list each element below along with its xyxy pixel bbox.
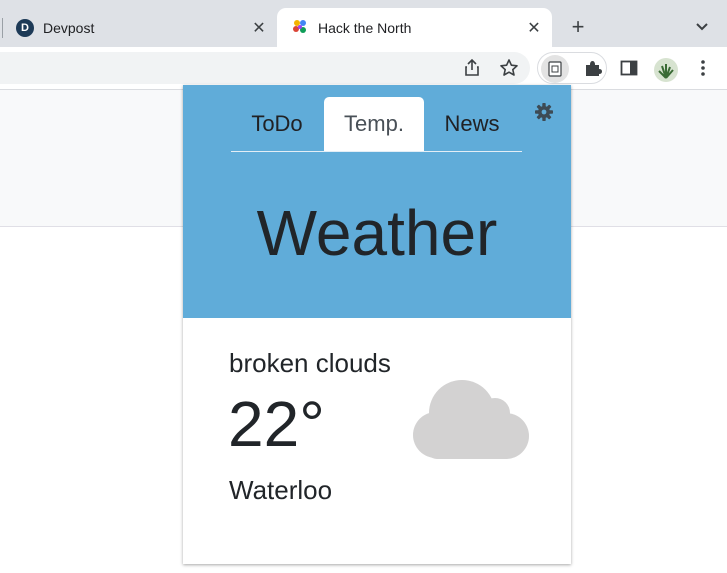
- extension-popup: ToDo Temp. News Weather broken clouds 22…: [183, 85, 571, 564]
- tab-title: Devpost: [43, 19, 95, 36]
- temperature-value: 22°: [228, 388, 325, 460]
- new-tab-button[interactable]: +: [568, 16, 588, 38]
- cloud-icon: [413, 380, 529, 459]
- tab-news[interactable]: News: [431, 97, 513, 151]
- bookmark-star-icon[interactable]: [499, 58, 519, 78]
- close-icon[interactable]: ✕: [526, 20, 542, 37]
- popup-header: ToDo Temp. News Weather: [183, 85, 571, 318]
- page-title: Weather: [256, 197, 498, 269]
- chevron-down-icon[interactable]: [694, 18, 710, 34]
- close-icon[interactable]: ✕: [251, 20, 267, 37]
- hack-the-north-favicon-icon: [292, 19, 308, 35]
- tab-hack-the-north[interactable]: Hack the North ✕: [277, 8, 552, 47]
- tab-devpost[interactable]: D Devpost ✕: [0, 8, 276, 47]
- side-panel-icon[interactable]: [619, 58, 639, 78]
- tab-separator: [2, 18, 3, 38]
- weather-condition: broken clouds: [229, 348, 391, 378]
- tab-todo[interactable]: ToDo: [235, 97, 319, 151]
- address-bar[interactable]: [0, 52, 530, 84]
- extension-button-active[interactable]: [541, 55, 569, 83]
- tab-temp[interactable]: Temp.: [324, 97, 424, 151]
- extensions-puzzle-icon[interactable]: [583, 58, 603, 78]
- nav-underline: [231, 151, 522, 152]
- share-icon[interactable]: [462, 58, 482, 78]
- profile-avatar[interactable]: [654, 58, 678, 82]
- avatar-plant-icon: [658, 64, 674, 79]
- devpost-favicon-icon: D: [16, 18, 34, 37]
- location-name: Waterloo: [229, 475, 333, 505]
- more-menu-icon[interactable]: [693, 58, 713, 78]
- extension-page-icon: [548, 61, 562, 77]
- tab-title: Hack the North: [318, 19, 412, 36]
- tab-strip: D Devpost ✕ Hack the North ✕ +: [0, 0, 727, 47]
- gear-icon[interactable]: [534, 102, 554, 122]
- browser-toolbar: [0, 47, 727, 89]
